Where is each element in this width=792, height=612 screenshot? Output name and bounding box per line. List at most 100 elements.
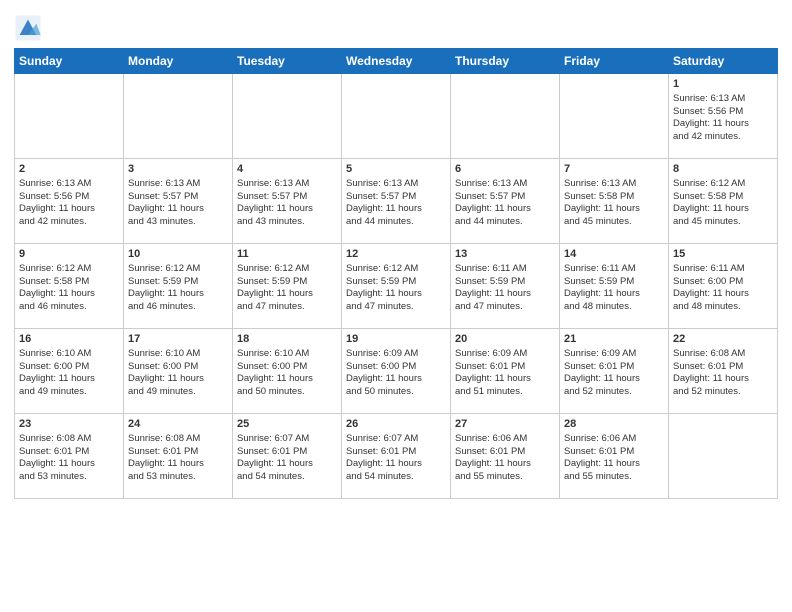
day-number: 22 bbox=[673, 332, 773, 347]
calendar-cell bbox=[15, 74, 124, 159]
calendar-cell: 24Sunrise: 6:08 AM Sunset: 6:01 PM Dayli… bbox=[124, 414, 233, 499]
calendar-cell: 9Sunrise: 6:12 AM Sunset: 5:58 PM Daylig… bbox=[15, 244, 124, 329]
day-info: Sunrise: 6:08 AM Sunset: 6:01 PM Dayligh… bbox=[19, 433, 119, 484]
day-info: Sunrise: 6:13 AM Sunset: 5:57 PM Dayligh… bbox=[346, 178, 446, 229]
calendar-cell: 2Sunrise: 6:13 AM Sunset: 5:56 PM Daylig… bbox=[15, 159, 124, 244]
day-info: Sunrise: 6:13 AM Sunset: 5:56 PM Dayligh… bbox=[19, 178, 119, 229]
calendar-cell: 1Sunrise: 6:13 AM Sunset: 5:56 PM Daylig… bbox=[669, 74, 778, 159]
calendar-cell: 20Sunrise: 6:09 AM Sunset: 6:01 PM Dayli… bbox=[451, 329, 560, 414]
calendar-cell bbox=[560, 74, 669, 159]
day-info: Sunrise: 6:13 AM Sunset: 5:57 PM Dayligh… bbox=[128, 178, 228, 229]
day-info: Sunrise: 6:13 AM Sunset: 5:57 PM Dayligh… bbox=[455, 178, 555, 229]
day-info: Sunrise: 6:13 AM Sunset: 5:58 PM Dayligh… bbox=[564, 178, 664, 229]
calendar-cell: 5Sunrise: 6:13 AM Sunset: 5:57 PM Daylig… bbox=[342, 159, 451, 244]
day-info: Sunrise: 6:11 AM Sunset: 5:59 PM Dayligh… bbox=[455, 263, 555, 314]
week-row-4: 23Sunrise: 6:08 AM Sunset: 6:01 PM Dayli… bbox=[15, 414, 778, 499]
calendar-cell: 19Sunrise: 6:09 AM Sunset: 6:00 PM Dayli… bbox=[342, 329, 451, 414]
logo-icon bbox=[14, 14, 42, 42]
day-number: 16 bbox=[19, 332, 119, 347]
calendar-cell: 6Sunrise: 6:13 AM Sunset: 5:57 PM Daylig… bbox=[451, 159, 560, 244]
day-info: Sunrise: 6:10 AM Sunset: 6:00 PM Dayligh… bbox=[237, 348, 337, 399]
day-number: 21 bbox=[564, 332, 664, 347]
week-row-2: 9Sunrise: 6:12 AM Sunset: 5:58 PM Daylig… bbox=[15, 244, 778, 329]
day-info: Sunrise: 6:10 AM Sunset: 6:00 PM Dayligh… bbox=[128, 348, 228, 399]
day-info: Sunrise: 6:09 AM Sunset: 6:01 PM Dayligh… bbox=[455, 348, 555, 399]
calendar-cell bbox=[124, 74, 233, 159]
day-number: 9 bbox=[19, 247, 119, 262]
page: SundayMondayTuesdayWednesdayThursdayFrid… bbox=[0, 0, 792, 612]
day-number: 15 bbox=[673, 247, 773, 262]
day-number: 7 bbox=[564, 162, 664, 177]
calendar-cell: 7Sunrise: 6:13 AM Sunset: 5:58 PM Daylig… bbox=[560, 159, 669, 244]
day-number: 27 bbox=[455, 417, 555, 432]
day-number: 3 bbox=[128, 162, 228, 177]
calendar-header-monday: Monday bbox=[124, 49, 233, 74]
day-info: Sunrise: 6:08 AM Sunset: 6:01 PM Dayligh… bbox=[673, 348, 773, 399]
day-info: Sunrise: 6:12 AM Sunset: 5:59 PM Dayligh… bbox=[346, 263, 446, 314]
calendar-cell: 23Sunrise: 6:08 AM Sunset: 6:01 PM Dayli… bbox=[15, 414, 124, 499]
calendar-cell: 13Sunrise: 6:11 AM Sunset: 5:59 PM Dayli… bbox=[451, 244, 560, 329]
day-info: Sunrise: 6:09 AM Sunset: 6:00 PM Dayligh… bbox=[346, 348, 446, 399]
day-number: 6 bbox=[455, 162, 555, 177]
day-number: 25 bbox=[237, 417, 337, 432]
day-info: Sunrise: 6:12 AM Sunset: 5:58 PM Dayligh… bbox=[673, 178, 773, 229]
day-info: Sunrise: 6:07 AM Sunset: 6:01 PM Dayligh… bbox=[346, 433, 446, 484]
day-info: Sunrise: 6:11 AM Sunset: 5:59 PM Dayligh… bbox=[564, 263, 664, 314]
day-info: Sunrise: 6:10 AM Sunset: 6:00 PM Dayligh… bbox=[19, 348, 119, 399]
day-info: Sunrise: 6:12 AM Sunset: 5:58 PM Dayligh… bbox=[19, 263, 119, 314]
day-number: 19 bbox=[346, 332, 446, 347]
day-info: Sunrise: 6:08 AM Sunset: 6:01 PM Dayligh… bbox=[128, 433, 228, 484]
day-number: 12 bbox=[346, 247, 446, 262]
calendar-cell: 12Sunrise: 6:12 AM Sunset: 5:59 PM Dayli… bbox=[342, 244, 451, 329]
day-number: 18 bbox=[237, 332, 337, 347]
day-number: 17 bbox=[128, 332, 228, 347]
day-info: Sunrise: 6:06 AM Sunset: 6:01 PM Dayligh… bbox=[455, 433, 555, 484]
calendar-cell: 15Sunrise: 6:11 AM Sunset: 6:00 PM Dayli… bbox=[669, 244, 778, 329]
day-info: Sunrise: 6:13 AM Sunset: 5:56 PM Dayligh… bbox=[673, 93, 773, 144]
calendar-cell bbox=[451, 74, 560, 159]
calendar-cell: 21Sunrise: 6:09 AM Sunset: 6:01 PM Dayli… bbox=[560, 329, 669, 414]
day-number: 11 bbox=[237, 247, 337, 262]
calendar-header-row: SundayMondayTuesdayWednesdayThursdayFrid… bbox=[15, 49, 778, 74]
day-number: 5 bbox=[346, 162, 446, 177]
day-info: Sunrise: 6:11 AM Sunset: 6:00 PM Dayligh… bbox=[673, 263, 773, 314]
calendar-cell: 22Sunrise: 6:08 AM Sunset: 6:01 PM Dayli… bbox=[669, 329, 778, 414]
logo bbox=[14, 14, 44, 42]
calendar-cell: 25Sunrise: 6:07 AM Sunset: 6:01 PM Dayli… bbox=[233, 414, 342, 499]
calendar-cell: 17Sunrise: 6:10 AM Sunset: 6:00 PM Dayli… bbox=[124, 329, 233, 414]
day-number: 4 bbox=[237, 162, 337, 177]
day-number: 10 bbox=[128, 247, 228, 262]
calendar-cell: 8Sunrise: 6:12 AM Sunset: 5:58 PM Daylig… bbox=[669, 159, 778, 244]
calendar-cell: 10Sunrise: 6:12 AM Sunset: 5:59 PM Dayli… bbox=[124, 244, 233, 329]
day-info: Sunrise: 6:12 AM Sunset: 5:59 PM Dayligh… bbox=[237, 263, 337, 314]
calendar-header-sunday: Sunday bbox=[15, 49, 124, 74]
header bbox=[14, 10, 778, 42]
calendar-cell: 26Sunrise: 6:07 AM Sunset: 6:01 PM Dayli… bbox=[342, 414, 451, 499]
calendar-cell: 16Sunrise: 6:10 AM Sunset: 6:00 PM Dayli… bbox=[15, 329, 124, 414]
day-info: Sunrise: 6:09 AM Sunset: 6:01 PM Dayligh… bbox=[564, 348, 664, 399]
calendar-header-saturday: Saturday bbox=[669, 49, 778, 74]
week-row-0: 1Sunrise: 6:13 AM Sunset: 5:56 PM Daylig… bbox=[15, 74, 778, 159]
calendar-table: SundayMondayTuesdayWednesdayThursdayFrid… bbox=[14, 48, 778, 499]
day-number: 8 bbox=[673, 162, 773, 177]
calendar-cell: 28Sunrise: 6:06 AM Sunset: 6:01 PM Dayli… bbox=[560, 414, 669, 499]
day-number: 28 bbox=[564, 417, 664, 432]
day-number: 14 bbox=[564, 247, 664, 262]
day-info: Sunrise: 6:12 AM Sunset: 5:59 PM Dayligh… bbox=[128, 263, 228, 314]
day-number: 24 bbox=[128, 417, 228, 432]
day-number: 13 bbox=[455, 247, 555, 262]
week-row-1: 2Sunrise: 6:13 AM Sunset: 5:56 PM Daylig… bbox=[15, 159, 778, 244]
day-info: Sunrise: 6:07 AM Sunset: 6:01 PM Dayligh… bbox=[237, 433, 337, 484]
day-info: Sunrise: 6:13 AM Sunset: 5:57 PM Dayligh… bbox=[237, 178, 337, 229]
day-number: 26 bbox=[346, 417, 446, 432]
day-info: Sunrise: 6:06 AM Sunset: 6:01 PM Dayligh… bbox=[564, 433, 664, 484]
calendar-header-thursday: Thursday bbox=[451, 49, 560, 74]
calendar-cell: 14Sunrise: 6:11 AM Sunset: 5:59 PM Dayli… bbox=[560, 244, 669, 329]
calendar-cell: 3Sunrise: 6:13 AM Sunset: 5:57 PM Daylig… bbox=[124, 159, 233, 244]
calendar-cell: 27Sunrise: 6:06 AM Sunset: 6:01 PM Dayli… bbox=[451, 414, 560, 499]
calendar-cell: 4Sunrise: 6:13 AM Sunset: 5:57 PM Daylig… bbox=[233, 159, 342, 244]
day-number: 1 bbox=[673, 77, 773, 92]
week-row-3: 16Sunrise: 6:10 AM Sunset: 6:00 PM Dayli… bbox=[15, 329, 778, 414]
calendar-cell bbox=[669, 414, 778, 499]
day-number: 20 bbox=[455, 332, 555, 347]
